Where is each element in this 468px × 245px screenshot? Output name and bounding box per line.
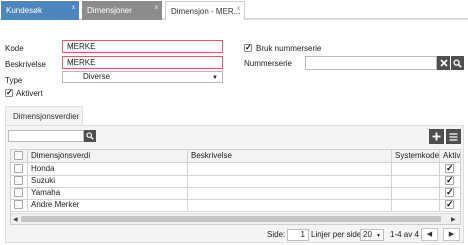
chevron-right-icon: ▶ xyxy=(448,231,455,238)
scrollbar-thumb[interactable] xyxy=(21,216,441,222)
column-header-value[interactable]: Dimensjonsverdi xyxy=(28,150,188,163)
close-icon[interactable]: x xyxy=(237,6,240,13)
row-select-checkbox[interactable] xyxy=(14,164,23,173)
dimension-values-table: Dimensjonsverdi Beskrivelse Systemkode A… xyxy=(10,149,461,225)
close-icon[interactable]: x xyxy=(72,5,75,12)
scroll-right-icon[interactable]: ▶ xyxy=(451,216,456,223)
row-active-cell: ✓ xyxy=(440,199,460,212)
code-label: Kode xyxy=(5,44,24,53)
row-select-checkbox[interactable] xyxy=(14,176,23,185)
add-button[interactable] xyxy=(429,129,444,144)
select-all-checkbox[interactable] xyxy=(14,151,23,160)
row-select-checkbox[interactable] xyxy=(14,188,23,197)
column-header-active[interactable]: Aktivert xyxy=(440,150,460,163)
tab-label: Dimensjon - MER... xyxy=(171,6,241,16)
per-page-value: 20 xyxy=(363,230,372,239)
grid-search-input[interactable] xyxy=(8,130,84,142)
tab-bar: Kundesøk x Dimensjoner x Dimensjon - MER… xyxy=(0,0,468,20)
horizontal-scrollbar[interactable]: ◀ ▶ xyxy=(11,213,460,224)
tab-dimensjon-merke[interactable]: Dimensjon - MER... x xyxy=(165,1,245,20)
next-page-button[interactable]: ▶ xyxy=(443,228,460,241)
tab-dimensjoner[interactable]: Dimensjoner x xyxy=(82,1,162,20)
page-label: Side: xyxy=(267,230,286,239)
use-number-series-checkbox[interactable]: ✓ xyxy=(244,44,252,52)
number-series-search-button[interactable] xyxy=(451,56,464,70)
row-system-code[interactable] xyxy=(392,199,440,212)
type-select[interactable]: Diverse ▼ xyxy=(62,71,223,83)
row-active-checkbox[interactable]: ✓ xyxy=(445,176,454,185)
tab-dimensjonsverdier[interactable]: Dimensjonsverdier xyxy=(5,106,83,126)
column-header-description[interactable]: Beskrivelse xyxy=(188,150,392,163)
scroll-left-icon[interactable]: ◀ xyxy=(13,216,18,223)
search-icon xyxy=(453,58,462,68)
page-range: 1-4 av 4 xyxy=(390,230,419,239)
type-label: Type xyxy=(5,76,23,85)
number-series-label: Nummerserie xyxy=(244,59,293,68)
row-active-checkbox[interactable]: ✓ xyxy=(445,164,454,173)
column-header-system-code[interactable]: Systemkode xyxy=(392,150,440,163)
select-column-header[interactable] xyxy=(11,150,28,163)
active-checkbox[interactable]: ✓ xyxy=(5,89,13,97)
per-page-select[interactable]: 20 ▼ xyxy=(360,229,384,241)
clear-button[interactable] xyxy=(437,56,450,70)
row-active-checkbox[interactable]: ✓ xyxy=(445,188,454,197)
close-icon[interactable]: x xyxy=(155,5,158,12)
menu-icon xyxy=(449,132,458,141)
chevron-down-icon: ▼ xyxy=(376,233,381,239)
table-row[interactable] xyxy=(11,199,28,212)
row-select-checkbox[interactable] xyxy=(14,200,23,209)
number-series-field[interactable] xyxy=(305,56,437,70)
grid-search-button[interactable] xyxy=(84,130,96,142)
type-select-value: Diverse xyxy=(83,72,111,81)
per-page-label: Linjer per side: xyxy=(311,230,364,239)
clear-icon xyxy=(439,59,448,67)
tab-label: Dimensjoner xyxy=(87,6,132,15)
previous-page-button[interactable]: ◀ xyxy=(421,228,438,241)
row-active-checkbox[interactable]: ✓ xyxy=(445,200,454,209)
page-input[interactable]: 1 xyxy=(287,229,309,241)
description-label: Beskrivelse xyxy=(5,60,46,69)
row-description[interactable] xyxy=(188,199,392,212)
search-icon xyxy=(86,132,94,140)
active-label: Aktivert xyxy=(16,89,43,98)
chevron-down-icon: ▼ xyxy=(212,75,218,81)
tab-label: Kundesøk xyxy=(6,6,43,15)
plus-icon xyxy=(432,132,441,141)
row-value[interactable]: Andre Merker xyxy=(28,199,188,212)
tab-kundesok[interactable]: Kundesøk x xyxy=(1,1,79,20)
code-field[interactable]: MERKE xyxy=(62,40,223,53)
chevron-left-icon: ◀ xyxy=(426,231,433,238)
menu-button[interactable] xyxy=(446,129,461,144)
description-field[interactable]: MERKE xyxy=(62,56,223,69)
use-number-series-label: Bruk nummerserie xyxy=(256,44,322,53)
